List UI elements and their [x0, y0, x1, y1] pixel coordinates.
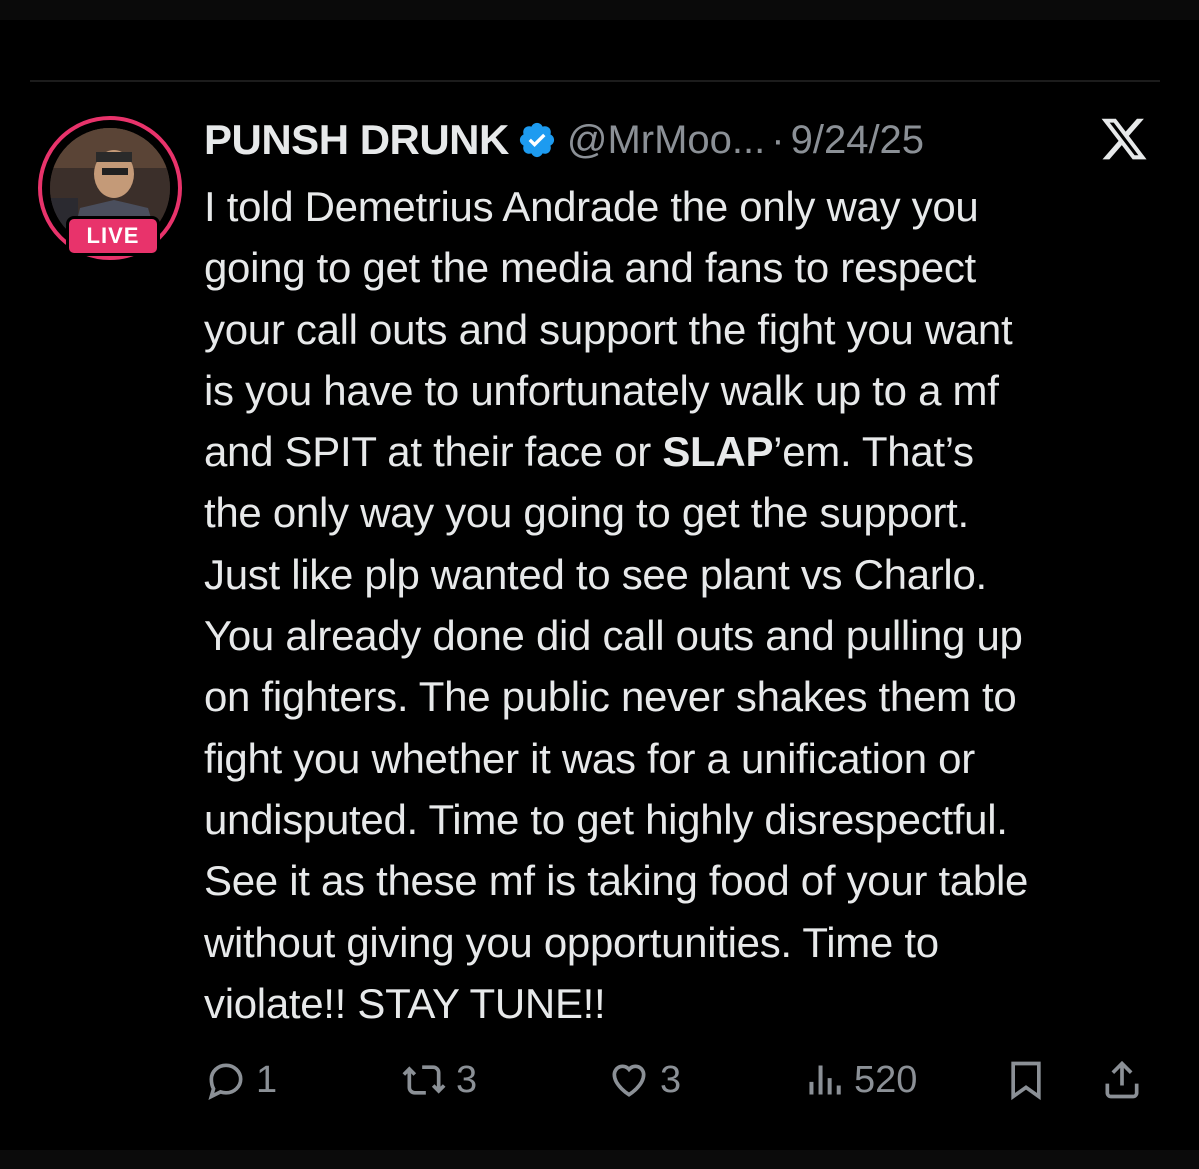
post-text-line: your call outs and support the fight you… — [204, 305, 1013, 353]
post-text-line: without giving you opportunities. Time t… — [204, 918, 939, 966]
post-text-line: violate!! STAY TUNE!! — [204, 979, 606, 1027]
x-logo-icon — [1101, 118, 1147, 160]
heart-icon — [612, 1064, 646, 1097]
post-text-line: You already done did call outs and pulli… — [204, 612, 1023, 660]
post-text-fragment: ’em. That’s — [773, 428, 974, 476]
author-handle[interactable]: @MrMoo... — [567, 118, 765, 163]
reply-button[interactable]: 1 — [204, 1050, 277, 1110]
bookmark-icon — [1011, 1061, 1041, 1101]
bookmark-button[interactable] — [1004, 1050, 1048, 1110]
verified-badge-icon — [519, 122, 554, 158]
live-badge: LIVE — [66, 216, 160, 256]
bottom-edge — [0, 1150, 1199, 1169]
post-text-line: fight you whether it was for a unificati… — [204, 734, 975, 782]
post-date[interactable]: 9/24/25 — [791, 118, 924, 163]
avatar[interactable]: LIVE — [38, 116, 182, 260]
views-icon — [809, 1065, 841, 1095]
header-separator: · — [771, 117, 785, 162]
like-count: 3 — [660, 1058, 682, 1101]
repost-icon — [402, 1065, 446, 1095]
post-text-line: See it as these mf is taking food of you… — [204, 857, 1029, 905]
share-button[interactable] — [1100, 1050, 1144, 1110]
post-text-line: undisputed. Time to get highly disrespec… — [204, 795, 1008, 843]
views-button[interactable]: 520 — [806, 1050, 917, 1110]
author-name[interactable]: PUNSH DRUNK — [204, 116, 509, 164]
views-count: 520 — [854, 1058, 918, 1101]
like-button[interactable]: 3 — [606, 1050, 681, 1110]
post-header: PUNSH DRUNK @MrMoo... · 9/24/25 — [204, 110, 924, 170]
repost-count: 3 — [456, 1058, 478, 1101]
reply-count: 1 — [256, 1058, 278, 1101]
post-text-bold: SLAP — [662, 428, 774, 476]
post-text-line: the only way you going to get the suppor… — [204, 489, 969, 537]
post-text-line: Just like plp wanted to see plant vs Cha… — [204, 550, 987, 598]
share-icon — [1105, 1060, 1139, 1099]
post-text-line: going to get the media and fans to respe… — [204, 244, 976, 292]
post-text-fragment: and SPIT at their face or — [204, 428, 663, 476]
post-text-line: is you have to unfortunately walk up to … — [204, 366, 999, 414]
post-divider — [30, 80, 1160, 82]
post-text: I told Demetrius Andrade the only way yo… — [204, 176, 1179, 1034]
post-text-line: and SPIT at their face or SLAP’em. That’… — [204, 421, 1179, 482]
reply-icon — [208, 1063, 243, 1101]
post-text-line: on fighters. The public never shakes the… — [204, 673, 1017, 721]
repost-button[interactable]: 3 — [400, 1050, 477, 1110]
post-text-line: I told Demetrius Andrade the only way yo… — [204, 183, 979, 230]
action-bar: 1 3 3 520 — [204, 1050, 1154, 1110]
top-edge — [0, 0, 1199, 20]
